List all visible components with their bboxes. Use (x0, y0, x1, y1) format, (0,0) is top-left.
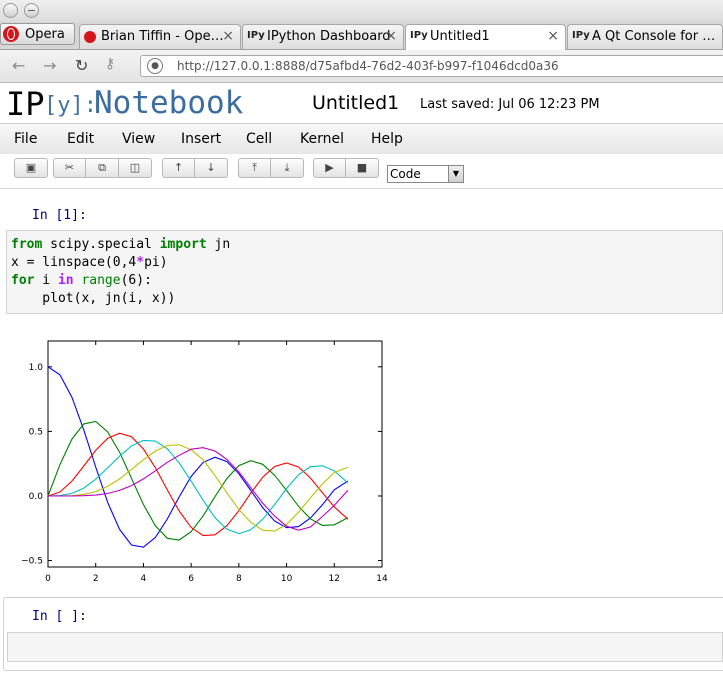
copy-button[interactable]: ⧉ (86, 158, 119, 178)
menu-file[interactable]: File (14, 131, 37, 147)
menu-kernel[interactable]: Kernel (300, 131, 344, 147)
cell-2-code[interactable] (7, 632, 723, 662)
cell-1-code[interactable]: from scipy.special import jn x = linspac… (6, 230, 723, 314)
opera-menu-button[interactable]: Opera (0, 23, 75, 45)
menu-insert[interactable]: Insert (181, 131, 221, 147)
y-tick-label: 1.0 (29, 363, 44, 373)
insert-above-button[interactable]: ⤒ (238, 158, 271, 178)
stop-icon: ■ (356, 161, 368, 174)
last-saved: Last saved: Jul 06 12:23 PM (420, 97, 600, 112)
cut-button[interactable]: ✂ (53, 158, 86, 178)
close-icon[interactable]: × (547, 28, 559, 44)
reload-icon[interactable]: ↻ (75, 56, 88, 75)
opera-logo-icon (3, 26, 19, 42)
tab-brian-tiffin[interactable]: Brian Tiffin - Ope… × (79, 24, 241, 49)
menu-cell[interactable]: Cell (246, 131, 272, 147)
x-tick-label: 10 (281, 574, 293, 584)
cell-type-value: Code (390, 167, 421, 181)
ipython-logo-y: [y]: (44, 93, 97, 118)
stop-button[interactable]: ■ (346, 158, 379, 178)
notebook-menubar: File Edit View Insert Cell Kernel Help (0, 123, 723, 155)
y-tick-label: −0.5 (21, 557, 43, 567)
move-down-icon: ↓ (206, 161, 216, 174)
code-line-3: for i in range(6): (11, 273, 152, 288)
tab-label: IPython Dashboard (267, 29, 391, 44)
tab-label: A Qt Console for … (592, 29, 716, 44)
opera-menu-label: Opera (25, 27, 65, 42)
back-icon[interactable]: ← (12, 56, 25, 75)
tab-qt-console[interactable]: IPy A Qt Console for … (567, 24, 723, 49)
cell-2[interactable]: In [ ]: (3, 597, 723, 671)
ipython-icon: IPy (410, 30, 428, 41)
notebook-toolbar: ▣ ✂ ⧉ ◫ ↑ ↓ ⤒ ⤓ ▶ ■ Code ▼ (0, 154, 723, 189)
tab-label: Untitled1 (430, 29, 490, 44)
opera-icon (84, 31, 96, 43)
insert-below-button[interactable]: ⤓ (271, 158, 304, 178)
tab-bar: Opera Brian Tiffin - Ope… × IPy IPython … (0, 22, 723, 50)
tab-ipython-dashboard[interactable]: IPy IPython Dashboard × (242, 24, 404, 49)
x-tick-label: 4 (141, 574, 147, 584)
code-line-1: from scipy.special import jn (11, 237, 231, 252)
x-tick-label: 2 (93, 574, 99, 584)
move-up-icon: ↑ (173, 161, 184, 174)
insert-below-icon: ⤓ (284, 161, 290, 174)
window-minimize-button[interactable]: − (24, 3, 39, 18)
close-icon[interactable]: × (385, 28, 397, 44)
window-titlebar: − (0, 0, 723, 23)
y-tick-label: 0.5 (29, 427, 43, 437)
site-info-icon[interactable]: ● (147, 58, 163, 74)
x-tick-label: 0 (45, 574, 51, 584)
cell-type-select[interactable]: Code ▼ (387, 165, 464, 183)
x-tick-label: 12 (329, 574, 340, 584)
notebook-header: IP [y]: Notebook Untitled1 Last saved: J… (0, 83, 723, 123)
forward-icon[interactable]: → (43, 56, 56, 75)
y-tick-label: 0.0 (29, 492, 44, 502)
close-icon[interactable]: × (222, 28, 234, 44)
tab-label: Brian Tiffin - Ope… (101, 29, 224, 44)
dropdown-arrow-icon: ▼ (448, 166, 463, 182)
address-field[interactable]: ● http://127.0.0.1:8888/d75afbd4-76d2-40… (140, 55, 723, 77)
copy-icon: ⧉ (98, 161, 106, 174)
paste-icon: ◫ (129, 161, 141, 174)
ipython-logo-ip: IP (6, 85, 45, 123)
move-up-button[interactable]: ↑ (162, 158, 195, 178)
save-icon: ▣ (25, 161, 37, 174)
cell-1-prompt: In [1]: (32, 208, 87, 223)
run-button[interactable]: ▶ (313, 158, 346, 178)
url-text: http://127.0.0.1:8888/d75afbd4-76d2-403f… (177, 59, 559, 73)
plot-frame (47, 340, 383, 568)
save-button[interactable]: ▣ (14, 158, 48, 178)
code-line-2: x = linspace(0,4*pi) (11, 255, 168, 270)
move-down-button[interactable]: ↓ (195, 158, 228, 178)
menu-help[interactable]: Help (371, 131, 403, 147)
cell-1-output-plot: 0 2 4 6 8 10 12 14 −0.5 0.0 0.5 1.0 (21, 340, 388, 584)
menu-edit[interactable]: Edit (67, 131, 94, 147)
notebook-name[interactable]: Untitled1 (312, 92, 399, 114)
code-line-4: plot(x, jn(i, x)) (11, 291, 176, 306)
address-toolbar: ← → ↻ ⚷ ● http://127.0.0.1:8888/d75afbd4… (0, 50, 723, 83)
cell-2-prompt: In [ ]: (32, 609, 87, 624)
window-close-button[interactable] (3, 3, 18, 18)
x-tick-label: 14 (376, 574, 388, 584)
minimize-icon: − (26, 4, 37, 17)
run-icon: ▶ (325, 161, 334, 174)
x-tick-label: 8 (236, 574, 242, 584)
insert-above-icon: ⤒ (252, 161, 257, 174)
ipython-logo-notebook: Notebook (94, 85, 244, 121)
cut-icon: ✂ (64, 161, 75, 174)
paste-button[interactable]: ◫ (119, 158, 152, 178)
x-tick-label: 6 (188, 574, 194, 584)
ipython-icon: IPy (572, 30, 590, 41)
menu-view[interactable]: View (122, 131, 155, 147)
ipython-icon: IPy (247, 30, 265, 41)
key-icon[interactable]: ⚷ (105, 56, 115, 72)
tab-untitled1[interactable]: IPy Untitled1 × (405, 24, 566, 50)
